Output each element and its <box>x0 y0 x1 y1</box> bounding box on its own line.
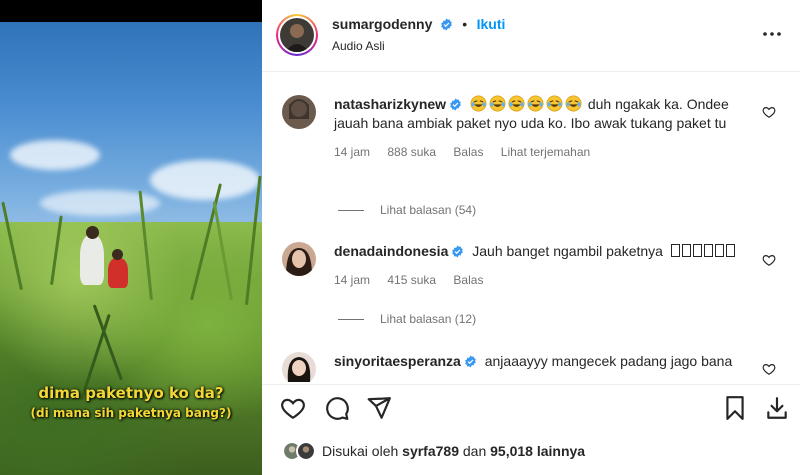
laughing-tears-emoji-icon <box>565 95 582 112</box>
commenter-avatar[interactable] <box>282 242 316 276</box>
post-header: sumargodenny • Ikuti Audio Asli <box>262 0 800 72</box>
author-line: sumargodenny • Ikuti <box>332 16 505 34</box>
verified-badge-icon <box>450 98 461 111</box>
video-caption-main: dima paketnyo ko da? <box>38 384 224 402</box>
header-separator: • <box>462 16 468 32</box>
view-replies-button[interactable]: Lihat balasan (54) <box>338 203 476 217</box>
audio-label[interactable]: Audio Asli <box>332 39 385 53</box>
comment-text: sinyoritaesperanza anjaaayyy mangecek pa… <box>334 352 754 371</box>
comment-meta: 14 jam 888 suka Balas Lihat terjemahan <box>334 143 754 162</box>
laughing-tears-emoji-icon <box>546 95 563 112</box>
comment-meta: 14 jam 415 suka Balas <box>334 271 754 290</box>
video-person <box>80 235 104 285</box>
unrendered-emoji-group <box>670 243 737 259</box>
video-person-child <box>108 258 128 288</box>
unrendered-emoji-box <box>681 244 691 257</box>
unrendered-emoji-box <box>670 244 680 257</box>
view-replies-label: Lihat balasan (54) <box>380 203 477 217</box>
comment-message: Jauh banget ngambil paketnya <box>472 243 663 259</box>
reply-button[interactable]: Balas <box>453 273 483 287</box>
replies-divider <box>338 210 364 212</box>
comment-likes-count[interactable]: 415 suka <box>387 273 436 287</box>
more-horizontal-icon[interactable] <box>760 22 784 46</box>
comment-body: natasharizkynew duh ngakak ka. Ondee jau… <box>334 95 754 162</box>
comment-username[interactable]: sinyoritaesperanza <box>334 353 461 369</box>
video-player[interactable]: dima paketnyo ko da? (di mana sih paketn… <box>0 0 262 475</box>
heart-icon[interactable] <box>762 253 776 267</box>
action-bar: Disukai oleh syrfa789 dan 95,018 lainnya <box>262 384 800 475</box>
likes-prefix: Disukai oleh <box>322 443 399 459</box>
view-replies-button[interactable]: Lihat balasan (12) <box>338 312 476 326</box>
comment-body: denadaindonesia Jauh banget ngambil pake… <box>334 242 754 290</box>
comment-username[interactable]: natasharizkynew <box>334 96 446 112</box>
video-cloud <box>150 160 260 200</box>
laughing-tears-emoji-icon <box>527 95 544 112</box>
video-caption-sub: (di mana sih paketnya bang?) <box>30 406 232 420</box>
author-avatar[interactable] <box>276 14 318 56</box>
likes-text: Disukai oleh syrfa789 dan 95,018 lainnya <box>322 443 585 459</box>
view-replies-label: Lihat balasan (12) <box>380 312 477 326</box>
comment-username[interactable]: denadaindonesia <box>334 243 448 259</box>
like-heart-icon[interactable] <box>280 395 306 421</box>
comment-time: 14 jam <box>334 273 371 287</box>
laughing-tears-emoji-icon <box>508 95 525 112</box>
download-icon[interactable] <box>764 395 790 421</box>
unrendered-emoji-box <box>725 244 735 257</box>
comment-body: sinyoritaesperanza anjaaayyy mangecek pa… <box>334 352 754 371</box>
comment-message: anjaaayyy mangecek padang jago bana <box>484 353 733 369</box>
follow-button[interactable]: Ikuti <box>477 16 506 32</box>
author-username[interactable]: sumargodenny <box>332 16 432 32</box>
translate-button[interactable]: Lihat terjemahan <box>501 145 590 159</box>
video-person-child-head <box>112 249 123 260</box>
laughing-emoji-group <box>470 95 584 112</box>
liker-avatar[interactable] <box>296 441 316 461</box>
likes-summary: Disukai oleh syrfa789 dan 95,018 lainnya <box>282 441 585 461</box>
liker-username[interactable]: syrfa789 <box>402 443 459 459</box>
comment-item: sinyoritaesperanza anjaaayyy mangecek pa… <box>282 352 782 382</box>
comment-text: natasharizkynew duh ngakak ka. Ondee jau… <box>334 95 754 133</box>
unrendered-emoji-box <box>703 244 713 257</box>
heart-icon[interactable] <box>762 105 776 119</box>
comment-text: denadaindonesia Jauh banget ngambil pake… <box>334 242 754 261</box>
comment-time: 14 jam <box>334 145 371 159</box>
share-paper-plane-icon[interactable] <box>366 395 392 421</box>
comment-item: denadaindonesia Jauh banget ngambil pake… <box>282 242 782 297</box>
comment-item: natasharizkynew duh ngakak ka. Ondee jau… <box>282 95 782 185</box>
unrendered-emoji-box <box>714 244 724 257</box>
heart-icon[interactable] <box>762 362 776 376</box>
verified-badge-icon <box>441 18 452 31</box>
laughing-tears-emoji-icon <box>489 95 506 112</box>
post-panel: sumargodenny • Ikuti Audio Asli natashar… <box>262 0 800 475</box>
save-bookmark-icon[interactable] <box>722 395 748 421</box>
commenter-avatar[interactable] <box>282 352 316 382</box>
likes-connector: dan <box>462 443 487 459</box>
verified-badge-icon <box>465 355 476 368</box>
reply-button[interactable]: Balas <box>453 145 483 159</box>
comment-bubble-icon[interactable] <box>324 395 350 421</box>
verified-badge-icon <box>452 245 464 258</box>
laughing-tears-emoji-icon <box>470 95 487 112</box>
unrendered-emoji-box <box>692 244 702 257</box>
video-person-head <box>86 226 99 239</box>
commenter-avatar[interactable] <box>282 95 316 129</box>
replies-divider <box>338 319 364 321</box>
author-avatar-image <box>280 18 314 52</box>
comment-likes-count[interactable]: 888 suka <box>387 145 436 159</box>
likes-count[interactable]: 95,018 lainnya <box>490 443 585 459</box>
video-cloud <box>10 140 100 170</box>
